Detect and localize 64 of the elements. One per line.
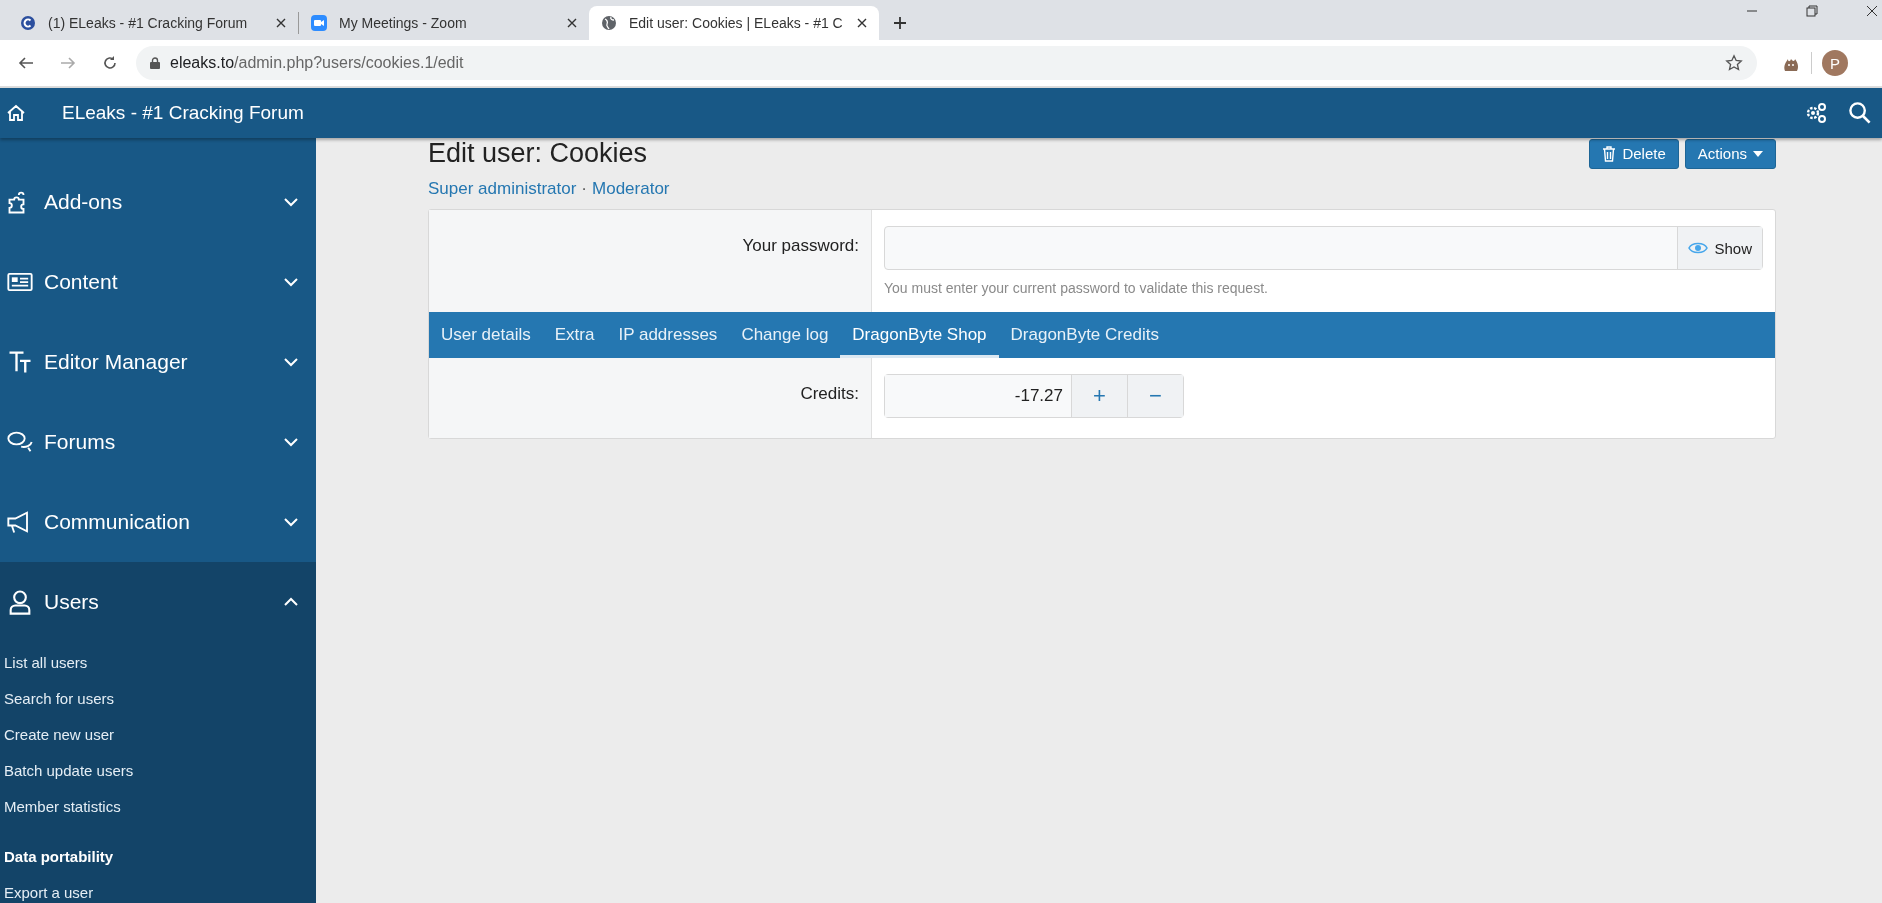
profile-avatar[interactable]: P	[1822, 50, 1848, 76]
sidebar-link[interactable]: Create new user	[4, 716, 316, 752]
trash-icon	[1602, 145, 1617, 162]
star-icon[interactable]	[1725, 54, 1743, 72]
field-label: Credits:	[800, 384, 859, 405]
sidebar-section[interactable]: Users	[0, 562, 316, 642]
video-icon	[311, 15, 327, 31]
site-icon	[20, 15, 36, 31]
close-icon[interactable]	[1866, 5, 1878, 17]
sidebar-link[interactable]: Batch update users	[4, 752, 316, 788]
hint-text: You must enter your current password to validate this request.	[884, 280, 1269, 296]
caret-icon	[1753, 150, 1763, 157]
section-label: Add-ons	[44, 190, 124, 214]
delete-button[interactable]: Delete	[1589, 138, 1679, 169]
tab[interactable]: Change log	[729, 312, 841, 358]
globe-icon	[601, 15, 617, 31]
reload-icon[interactable]	[102, 55, 118, 71]
section-label: Content	[44, 270, 119, 294]
close-icon[interactable]	[276, 18, 286, 28]
sidebar-section[interactable]: Forums	[0, 402, 316, 482]
sidebar-link[interactable]: Search for users	[4, 680, 316, 716]
sidebar-section[interactable]: Content	[0, 242, 316, 322]
section-label: Users	[44, 590, 100, 614]
sidebar-link[interactable]: List all users	[4, 644, 316, 680]
back-icon[interactable]	[18, 55, 34, 71]
field-label: Your password:	[742, 236, 859, 257]
sidebar-heading: Data portability	[4, 846, 115, 867]
tab-title: My Meetings - Zoom	[339, 15, 468, 31]
close-icon[interactable]	[857, 18, 867, 28]
browser-tab[interactable]: (1) ELeaks - #1 Cracking Forum	[8, 6, 298, 40]
lock-icon	[150, 57, 160, 69]
home-icon[interactable]	[6, 103, 26, 123]
sidebar-section[interactable]: Add-ons	[0, 162, 316, 242]
gears-icon[interactable]	[1804, 101, 1828, 125]
browser-tab[interactable]: Edit user: Cookies | ELeaks - #1 C	[589, 6, 879, 40]
tab-title: Edit user: Cookies | ELeaks - #1 C	[629, 15, 844, 31]
sidebar-section[interactable]: Communication	[0, 482, 316, 562]
tab[interactable]: DragonByte Credits	[998, 312, 1171, 358]
tab[interactable]: User details	[429, 312, 543, 358]
password-field[interactable]: Show	[884, 226, 1763, 270]
role-link[interactable]: Moderator	[592, 179, 670, 199]
forum-title[interactable]: ELeaks - #1 Cracking Forum	[62, 102, 304, 124]
restore-icon[interactable]	[1806, 5, 1818, 17]
section-label: Forums	[44, 430, 117, 454]
url-text: eleaks.to/admin.php?users/cookies.1/edit	[170, 54, 464, 72]
show-button[interactable]: Show	[1677, 227, 1762, 269]
page-title: Edit user: Cookies	[428, 138, 648, 169]
sidebar-section[interactable]: Editor Manager	[0, 322, 316, 402]
tab[interactable]: IP addresses	[606, 312, 730, 358]
browser-tab[interactable]: My Meetings - Zoom	[299, 6, 589, 40]
sidebar-link[interactable]: Export a user	[4, 874, 316, 903]
search-icon[interactable]	[1848, 101, 1872, 125]
address-field[interactable]: eleaks.to/admin.php?users/cookies.1/edit	[136, 46, 1757, 80]
separator-dot: ·	[581, 179, 587, 199]
section-label: Communication	[44, 510, 191, 534]
role-link[interactable]: Super administrator	[428, 179, 577, 199]
close-icon[interactable]	[567, 18, 577, 28]
new-tab-icon[interactable]	[893, 16, 907, 30]
tab-title: (1) ELeaks - #1 Cracking Forum	[48, 15, 249, 31]
eye-icon	[1688, 241, 1709, 255]
tab[interactable]: Extra	[542, 312, 607, 358]
sidebar-link[interactable]: Member statistics	[4, 788, 316, 824]
section-label: Editor Manager	[44, 350, 189, 374]
actions-button[interactable]: Actions	[1684, 138, 1776, 169]
